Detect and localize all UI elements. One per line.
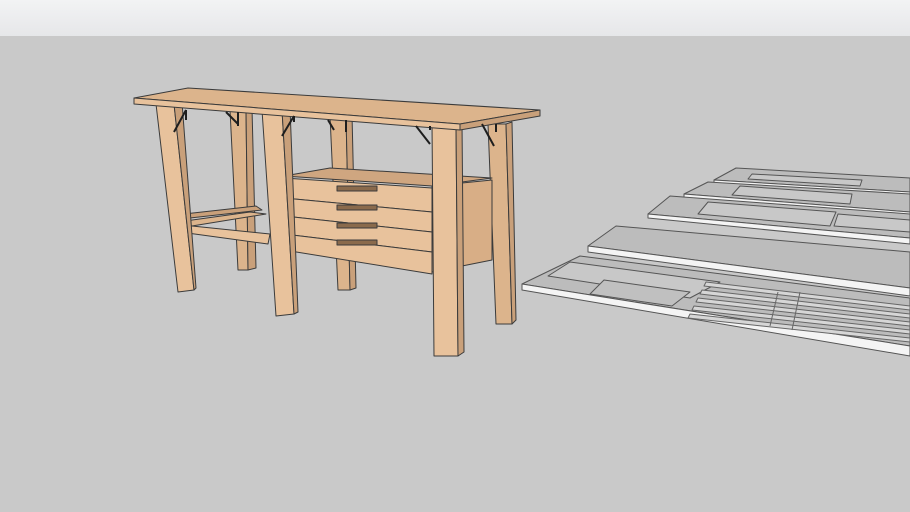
- model-canvas[interactable]: [0, 0, 910, 512]
- front-right-leg: [431, 121, 465, 357]
- front-left-leg: [155, 101, 197, 293]
- workbench-model[interactable]: [133, 87, 541, 357]
- drawer-4-handle: [336, 239, 378, 246]
- back-left-leg: [229, 107, 257, 271]
- drawer-2-handle: [336, 204, 378, 211]
- cut-parts-layout[interactable]: [521, 167, 910, 357]
- drawer-3-handle: [336, 222, 378, 229]
- drawer-1-handle: [336, 185, 378, 192]
- sketchup-viewport[interactable]: [0, 0, 910, 512]
- front-center-leg: [261, 107, 299, 317]
